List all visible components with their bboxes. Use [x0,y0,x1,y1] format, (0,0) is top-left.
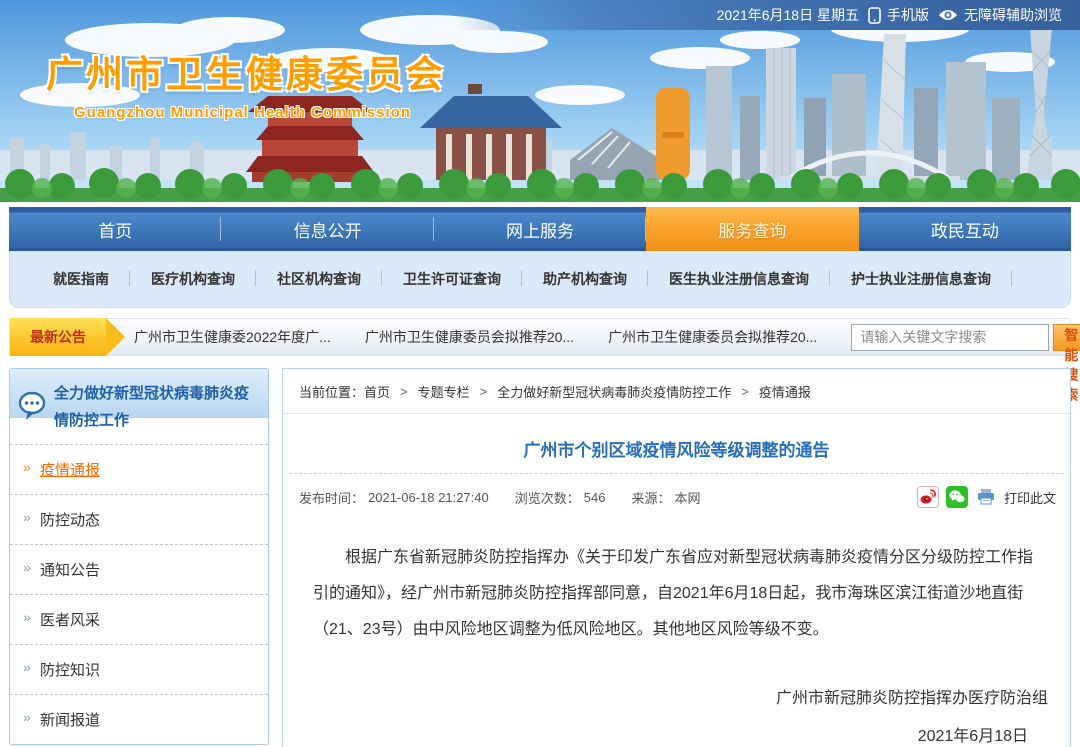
breadcrumb-link-epidemic-report[interactable]: 疫情通报 [759,382,811,401]
article-meta: 发布时间： 2021-06-18 21:27:40 浏览次数： 546 来源： … [283,474,1070,514]
publish-time-value: 2021-06-18 21:27:40 [368,490,489,505]
site-logo[interactable]: 广州市卫生健康委员会 Guangzhou Municipal Health Co… [46,44,446,121]
breadcrumb-link-home[interactable]: 首页 [364,382,390,401]
sidebar: 全力做好新型冠状病毒肺炎疫情防控工作 疫情通报 防控动态 通知公告 医者风采 防… [9,368,269,745]
sidebar-item-prevention-updates[interactable]: 防控动态 [10,494,268,544]
page: 2021年6月18日 星期五 手机版 无障碍辅助浏览 广州市卫生健康委员会 Gu… [0,0,1080,747]
sub-nav: 就医指南 医疗机构查询 社区机构查询 卫生许可证查询 助产机构查询 医生执业注册… [9,251,1071,308]
announcement-link[interactable]: 广州市卫生健康委员会拟推荐20... [608,327,817,347]
nav-tab-public-interaction[interactable]: 政民互动 [859,207,1071,251]
sidebar-item-prevention-knowledge[interactable]: 防控知识 [10,644,268,694]
subnav-item-community-institution-query[interactable]: 社区机构查询 [256,269,382,289]
phone-icon [868,7,881,24]
nav-tab-service-query[interactable]: 服务查询 [646,207,858,251]
subnav-item-midwifery-institution-query[interactable]: 助产机构查询 [522,269,648,289]
topbar-date: 2021年6月18日 星期五 [717,5,859,25]
smart-search-button[interactable]: 智能搜索 [1053,324,1080,351]
print-link[interactable]: 打印此文 [1004,488,1056,507]
announcement-bar: 最新公告 广州市卫生健康委2022年度广... 广州市卫生健康委员会拟推荐20.… [9,318,1071,356]
speech-bubble-icon [18,391,46,432]
view-count-value: 546 [584,490,606,505]
announcement-link[interactable]: 广州市卫生健康委2022年度广... [134,327,331,347]
search-box: 智能搜索 [851,324,1080,351]
source-label: 来源： [631,488,670,507]
article-date: 2021年6月18日 [283,722,1070,746]
site-logo-subtitle: Guangzhou Municipal Health Commission [74,104,446,121]
breadcrumb-separator: > [741,384,749,399]
source-value: 本网 [674,488,700,507]
latest-announcement-badge: 最新公告 [10,318,106,356]
sidebar-item-epidemic-report[interactable]: 疫情通报 [10,444,268,494]
breadcrumb-separator: > [400,384,408,399]
nav-tab-info-disclosure[interactable]: 信息公开 [221,207,433,251]
eye-icon [938,8,958,22]
sidebar-list: 疫情通报 防控动态 通知公告 医者风采 防控知识 新闻报道 [10,444,268,744]
subnav-item-nurse-registration-query[interactable]: 护士执业注册信息查询 [830,269,1012,289]
breadcrumb-label: 当前位置： [299,382,364,401]
search-input[interactable] [851,324,1049,351]
mobile-version-link[interactable]: 手机版 [868,5,929,25]
print-icon[interactable] [975,486,997,508]
sidebar-item-news-reports[interactable]: 新闻报道 [10,694,268,744]
topbar: 2021年6月18日 星期五 手机版 无障碍辅助浏览 [0,0,1080,30]
breadcrumb-link-covid-prevention[interactable]: 全力做好新型冠状病毒肺炎疫情防控工作 [497,382,731,401]
article-body: 根据广东省新冠肺炎防控指挥办《关于印发广东省应对新型冠状病毒肺炎疫情分区分级防控… [283,514,1070,648]
subnav-item-medical-guide[interactable]: 就医指南 [32,269,130,289]
subnav-item-doctor-registration-query[interactable]: 医生执业注册信息查询 [648,269,830,289]
view-count-label: 浏览次数： [515,488,580,507]
weibo-share-icon[interactable] [917,486,939,508]
breadcrumb-link-special-topics[interactable]: 专题专栏 [418,382,470,401]
sidebar-item-notices[interactable]: 通知公告 [10,544,268,594]
subnav-item-hygiene-license-query[interactable]: 卫生许可证查询 [382,269,522,289]
main-nav: 首页 信息公开 网上服务 服务查询 政民互动 [9,207,1071,251]
subnav-item-medical-institution-query[interactable]: 医疗机构查询 [130,269,256,289]
breadcrumb-separator: > [480,384,488,399]
publish-time-label: 发布时间： [299,488,364,507]
main-area: 全力做好新型冠状病毒肺炎疫情防控工作 疫情通报 防控动态 通知公告 医者风采 防… [9,368,1071,747]
article-title: 广州市个别区域疫情风险等级调整的通告 [283,428,1070,473]
sidebar-header-label: 全力做好新型冠状病毒肺炎疫情防控工作 [54,385,249,429]
sidebar-header: 全力做好新型冠状病毒肺炎疫情防控工作 [10,369,268,444]
accessibility-link[interactable]: 无障碍辅助浏览 [938,5,1062,25]
nav-tab-online-services[interactable]: 网上服务 [434,207,646,251]
nav-tab-home[interactable]: 首页 [9,207,221,251]
article-signature: 广州市新冠肺炎防控指挥办医疗防治组 [283,684,1070,708]
content-panel: 当前位置： 首页 > 专题专栏 > 全力做好新型冠状病毒肺炎疫情防控工作 > 疫… [282,368,1071,747]
breadcrumb: 当前位置： 首页 > 专题专栏 > 全力做好新型冠状病毒肺炎疫情防控工作 > 疫… [283,369,1070,414]
sidebar-item-medical-workers[interactable]: 医者风采 [10,594,268,644]
wechat-share-icon[interactable] [946,486,968,508]
site-header: 2021年6月18日 星期五 手机版 无障碍辅助浏览 广州市卫生健康委员会 Gu… [0,0,1080,202]
announcement-link[interactable]: 广州市卫生健康委员会拟推荐20... [365,327,574,347]
site-logo-title: 广州市卫生健康委员会 [46,44,446,98]
